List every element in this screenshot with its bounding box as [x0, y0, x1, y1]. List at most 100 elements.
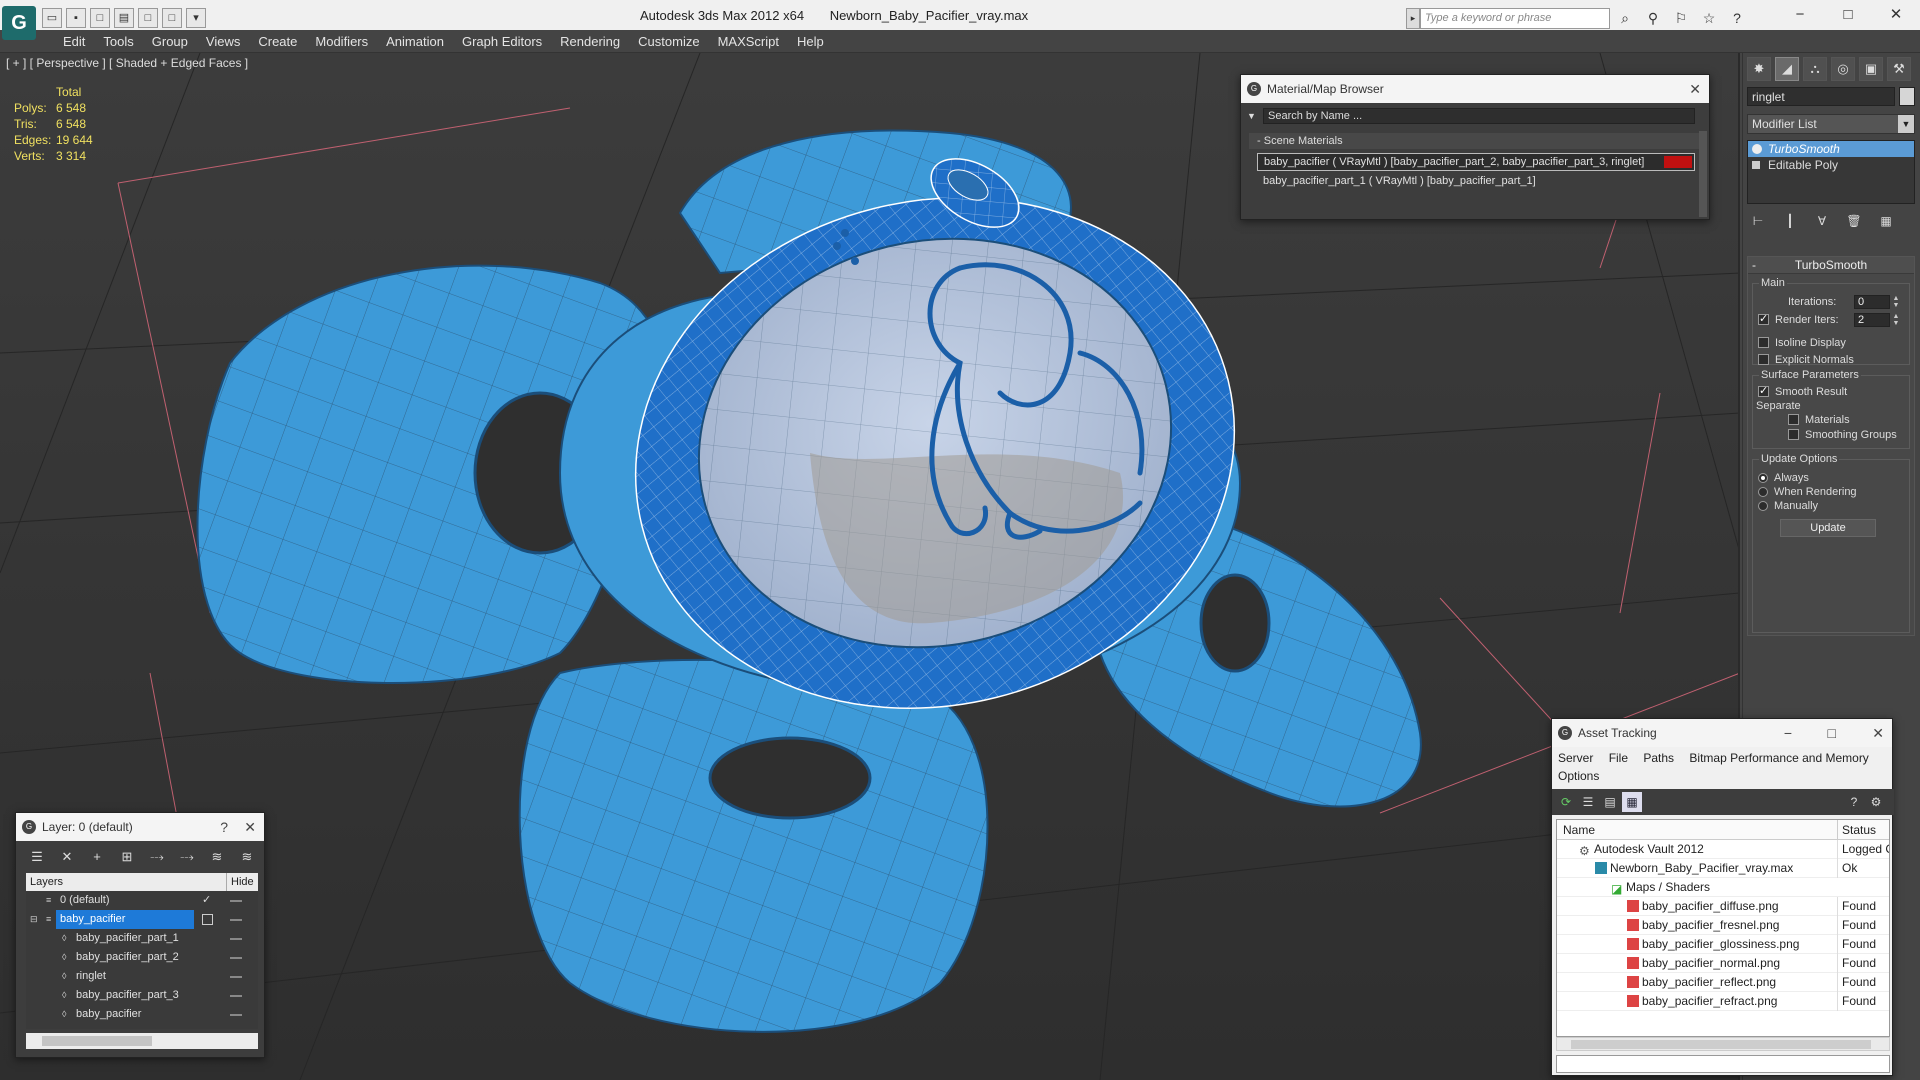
material-row[interactable]: baby_pacifier_part_1 ( VRayMtl ) [baby_p… — [1257, 173, 1695, 191]
minimize-icon[interactable]: − — [1784, 719, 1792, 747]
utilities-tab-icon[interactable]: ⚒ — [1887, 57, 1911, 81]
current-layer-box[interactable] — [202, 914, 213, 925]
manually-radio[interactable] — [1758, 501, 1768, 511]
add-layer-icon[interactable]: + — [86, 847, 108, 867]
asset-row[interactable]: baby_pacifier_normal.png Found — [1557, 954, 1889, 973]
modifier-list-dropdown[interactable]: Modifier List ▼ — [1747, 114, 1915, 134]
hide-toggle[interactable] — [230, 900, 242, 902]
menu-help[interactable]: Help — [788, 33, 833, 50]
menu-rendering[interactable]: Rendering — [551, 33, 629, 50]
menu-server[interactable]: Server — [1558, 751, 1593, 765]
show-end-result-icon[interactable]: ┃ — [1779, 211, 1801, 231]
isoline-checkbox[interactable] — [1758, 337, 1769, 348]
binoculars-icon[interactable]: ⌕ — [1614, 8, 1636, 29]
materials-row[interactable]: Materials — [1788, 414, 1850, 426]
perspective-viewport[interactable]: [ + ] [ Perspective ] [ Shaded + Edged F… — [0, 53, 1740, 1080]
explicit-normals-row[interactable]: Explicit Normals — [1758, 354, 1854, 366]
asset-row[interactable]: baby_pacifier_glossiness.png Found — [1557, 935, 1889, 954]
close-icon[interactable]: ✕ — [244, 813, 256, 841]
layer-row[interactable]: ◊ baby_pacifier_part_1 — [26, 929, 258, 948]
freeze-all-layers-icon[interactable]: ≋ — [236, 847, 258, 867]
menu-file[interactable]: File — [1609, 751, 1628, 765]
menu-paths[interactable]: Paths — [1643, 751, 1674, 765]
create-tab-icon[interactable]: ✸ — [1747, 57, 1771, 81]
col-name[interactable]: Name — [1563, 820, 1595, 840]
layer-row[interactable]: ◊ ringlet — [26, 967, 258, 986]
configure-sets-icon[interactable]: ▦ — [1875, 211, 1897, 231]
asset-row[interactable]: ◪ Maps / Shaders — [1557, 878, 1889, 897]
hide-toggle[interactable] — [230, 995, 242, 997]
asset-row[interactable]: baby_pacifier_reflect.png Found — [1557, 973, 1889, 992]
explicit-normals-checkbox[interactable] — [1758, 354, 1769, 365]
menu-customize[interactable]: Customize — [629, 33, 708, 50]
favorites-star-icon[interactable]: ☆ — [1698, 8, 1720, 29]
layer-manager-titlebar[interactable]: G Layer: 0 (default) ? ✕ — [16, 813, 264, 841]
asset-row[interactable]: ⚙ Autodesk Vault 2012 Logged C — [1557, 840, 1889, 859]
scroll-thumb[interactable] — [42, 1036, 152, 1046]
material-row[interactable]: baby_pacifier ( VRayMtl ) [baby_pacifier… — [1257, 153, 1695, 171]
object-color-swatch[interactable] — [1899, 87, 1915, 106]
scene-materials-group[interactable]: Scene Materials — [1249, 133, 1699, 149]
material-browser-titlebar[interactable]: G Material/Map Browser ✕ — [1241, 75, 1709, 103]
asset-row[interactable]: Newborn_Baby_Pacifier_vray.max Ok — [1557, 859, 1889, 878]
menu-views[interactable]: Views — [197, 33, 249, 50]
hide-toggle[interactable] — [230, 919, 242, 921]
layer-horizontal-scrollbar[interactable] — [26, 1033, 258, 1049]
layer-row[interactable]: ≡ 0 (default) ✓ — [26, 891, 258, 910]
current-layer-check-icon[interactable]: ✓ — [202, 891, 211, 910]
update-always-row[interactable]: Always — [1758, 472, 1809, 484]
hide-all-layers-icon[interactable]: ≋ — [206, 847, 228, 867]
modify-tab-icon[interactable]: ◢ — [1775, 57, 1799, 81]
menu-options[interactable]: Options — [1558, 769, 1599, 783]
object-name-input[interactable]: ringlet — [1747, 87, 1895, 106]
spinner-arrows-icon[interactable]: ▲ ▼ — [1892, 313, 1900, 327]
close-icon[interactable]: ✕ — [1872, 719, 1884, 747]
scroll-thumb[interactable] — [1571, 1040, 1871, 1049]
filter-dropdown-icon[interactable]: ▼ — [1247, 108, 1259, 124]
render-iters-row[interactable]: Render Iters: — [1758, 312, 1839, 326]
menu-bitmap-performance[interactable]: Bitmap Performance and Memory — [1689, 751, 1868, 765]
menu-graph-editors[interactable]: Graph Editors — [453, 33, 551, 50]
maximize-icon[interactable]: □ — [1824, 0, 1872, 30]
menu-tools[interactable]: Tools — [94, 33, 142, 50]
update-manually-row[interactable]: Manually — [1758, 500, 1818, 512]
table-view-icon[interactable]: ▦ — [1622, 792, 1642, 812]
stack-item-turbosmooth[interactable]: TurboSmooth — [1748, 141, 1914, 157]
update-when-rendering-row[interactable]: When Rendering — [1758, 486, 1857, 498]
thumbnail-view-icon[interactable]: ▤ — [1600, 792, 1620, 812]
menu-modifiers[interactable]: Modifiers — [306, 33, 377, 50]
layers-icon[interactable]: ☰ — [26, 847, 48, 867]
viewport-label[interactable]: [ + ] [ Perspective ] [ Shaded + Edged F… — [6, 56, 248, 70]
menu-group[interactable]: Group — [143, 33, 197, 50]
save-file-icon[interactable]: ▪ — [66, 8, 86, 28]
stack-item-editable-poly[interactable]: Editable Poly — [1748, 157, 1914, 173]
refresh-icon[interactable]: ⟳ — [1556, 792, 1576, 812]
isoline-row[interactable]: Isoline Display — [1758, 337, 1846, 349]
render-iters-spinner[interactable]: 2 — [1854, 313, 1890, 327]
search-expand-icon[interactable]: ▸ — [1406, 8, 1420, 29]
make-unique-icon[interactable]: ∀ — [1811, 211, 1833, 231]
hierarchy-tab-icon[interactable]: ⛬ — [1803, 57, 1827, 81]
collapse-icon[interactable]: ⊟ — [30, 914, 40, 924]
material-search-input[interactable]: Search by Name ... — [1263, 108, 1695, 124]
open-file-icon[interactable]: ▭ — [42, 8, 62, 28]
asset-row[interactable]: baby_pacifier_diffuse.png Found — [1557, 897, 1889, 916]
subscription-icon[interactable]: ⚲ — [1642, 8, 1664, 29]
update-button[interactable]: Update — [1780, 519, 1876, 537]
col-hide[interactable]: Hide — [226, 873, 254, 891]
redo-icon[interactable]: □ — [162, 8, 182, 28]
smoothing-groups-row[interactable]: Smoothing Groups — [1788, 429, 1897, 441]
spinner-arrows-icon[interactable]: ▲ ▼ — [1892, 295, 1900, 309]
render-iters-checkbox[interactable] — [1758, 312, 1769, 325]
highlight-layer-icon[interactable]: ⤏ — [176, 847, 198, 867]
help-icon[interactable]: ? — [1726, 8, 1748, 29]
col-status[interactable]: Status — [1837, 820, 1889, 840]
undo-icon[interactable]: □ — [138, 8, 158, 28]
maximize-icon[interactable]: □ — [1828, 719, 1836, 747]
list-view-icon[interactable]: ☰ — [1578, 792, 1598, 812]
app-logo-icon[interactable]: G — [2, 6, 36, 40]
hold-icon[interactable]: ▤ — [114, 8, 134, 28]
new-file-icon[interactable]: □ — [90, 8, 110, 28]
asset-row[interactable]: baby_pacifier_refract.png Found — [1557, 992, 1889, 1011]
menu-create[interactable]: Create — [249, 33, 306, 50]
